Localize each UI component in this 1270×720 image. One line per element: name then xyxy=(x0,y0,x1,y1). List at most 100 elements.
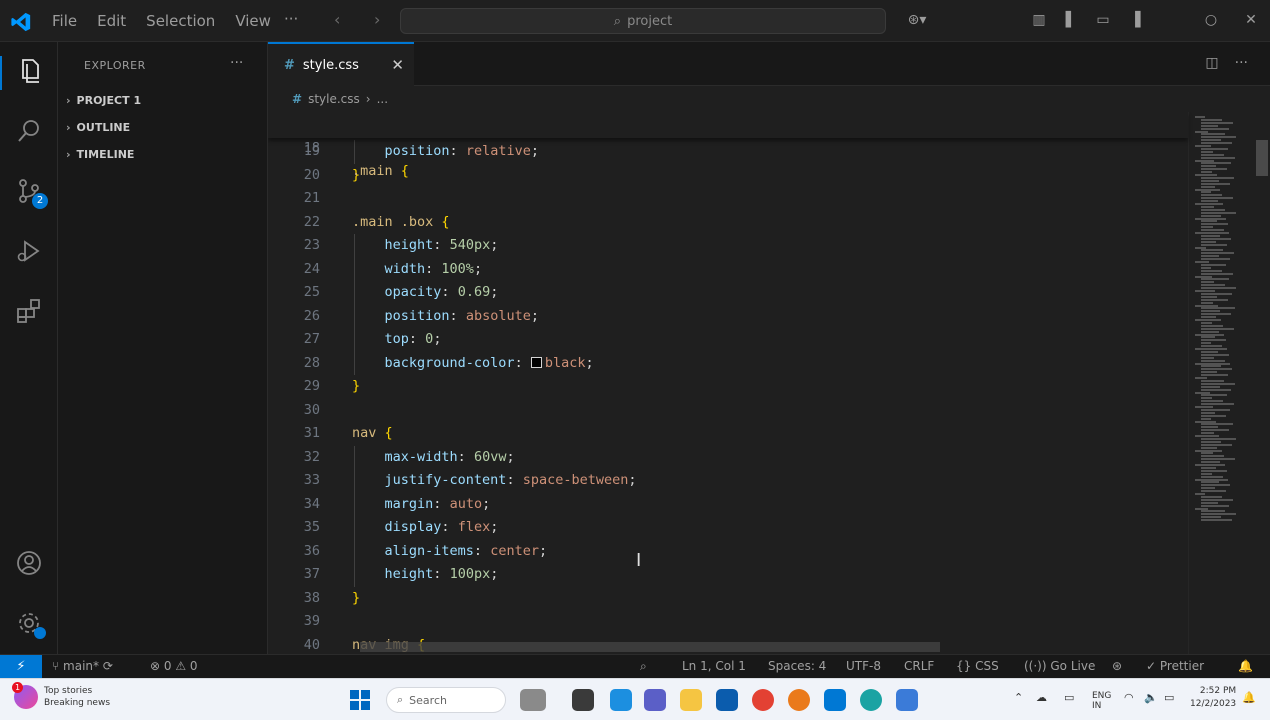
css-semicolon: ; xyxy=(473,260,483,277)
extensions-icon[interactable] xyxy=(14,296,44,326)
toggle-sidebar-icon[interactable]: ▌ xyxy=(1062,11,1080,29)
line-number: 37 xyxy=(303,566,320,582)
scrollbar-thumb[interactable] xyxy=(1256,140,1268,176)
menu-more-button[interactable]: ··· xyxy=(284,10,298,28)
go-live-button[interactable]: ((·)) Go Live xyxy=(1024,659,1095,673)
cursor-position[interactable]: Ln 1, Col 1 xyxy=(682,659,746,673)
menu-selection[interactable]: Selection xyxy=(146,12,215,30)
volume-icon[interactable]: 🔈 xyxy=(1144,691,1158,704)
tray-app-icon[interactable]: ▭ xyxy=(1064,691,1074,704)
wifi-icon[interactable]: ◠ xyxy=(1124,691,1134,704)
toggle-panel-icon[interactable]: ▭ xyxy=(1094,11,1112,29)
news-widget[interactable]: 1 Top stories Breaking news xyxy=(12,682,110,709)
breadcrumb-symbol[interactable]: ... xyxy=(377,92,388,106)
problems-status[interactable]: ⊗ 0 ⚠ 0 xyxy=(150,659,198,673)
minimap-line xyxy=(1201,443,1232,446)
remote-indicator-icon[interactable]: ⚡ xyxy=(0,655,42,679)
menu-file[interactable]: File xyxy=(52,12,77,30)
command-center[interactable]: ⌕ project xyxy=(400,8,886,34)
minimap-line xyxy=(1201,359,1225,362)
css-semicolon: ; xyxy=(490,237,499,253)
minimap-line xyxy=(1201,374,1228,377)
back-arrow-icon[interactable]: ‹ xyxy=(334,10,340,29)
minimap-line xyxy=(1201,301,1213,304)
taskbar-search-label: Search xyxy=(409,693,447,707)
minimap-line xyxy=(1201,336,1215,339)
tray-chevron-up-icon[interactable]: ⌃ xyxy=(1014,691,1023,704)
css-semicolon: ; xyxy=(506,448,515,465)
forward-arrow-icon[interactable]: › xyxy=(374,10,380,29)
language-mode[interactable]: {} CSS xyxy=(956,659,999,673)
minimap-line xyxy=(1201,185,1215,188)
branch-status[interactable]: ⑂ main* ⟳ xyxy=(52,659,113,673)
close-icon[interactable]: ✕ xyxy=(391,56,404,74)
code-editor[interactable]: 18 .main { 19 position: relative; 20} 21 22… xyxy=(268,112,1270,654)
account-icon[interactable] xyxy=(14,548,44,578)
menu-view[interactable]: View xyxy=(235,12,271,30)
copilot-status-icon[interactable]: ⊛ xyxy=(1112,659,1122,673)
vscode-taskbar-icon[interactable] xyxy=(824,689,846,711)
tray-cloud-icon[interactable]: ☁ xyxy=(1036,691,1047,704)
code-line: 33 justify-content: space-between; xyxy=(268,469,1188,492)
section-timeline[interactable]: › TIMELINE xyxy=(66,143,134,165)
start-button-icon[interactable] xyxy=(350,690,370,710)
indentation-status[interactable]: Spaces: 4 xyxy=(768,659,826,673)
edge-app-icon[interactable] xyxy=(610,689,632,711)
section-outline[interactable]: › OUTLINE xyxy=(66,116,130,138)
menu-edit[interactable]: Edit xyxy=(97,12,126,30)
run-debug-icon[interactable] xyxy=(14,236,44,266)
horizontal-scrollbar[interactable] xyxy=(360,642,940,652)
minimap-line xyxy=(1195,275,1212,278)
css-colon: : xyxy=(457,448,474,465)
file-manager-icon[interactable] xyxy=(572,689,594,711)
close-window-icon[interactable]: ✕ xyxy=(1242,11,1260,29)
tab-style-css[interactable]: # style.css ✕ xyxy=(268,42,414,86)
keyboard-language[interactable]: ENG IN xyxy=(1092,691,1111,711)
sidebar-more-button[interactable]: ··· xyxy=(230,55,243,71)
copilot-icon[interactable]: ⊛▾ xyxy=(902,11,932,29)
more-actions-icon[interactable]: ··· xyxy=(1235,55,1248,71)
notification-center-icon[interactable]: 🔔 xyxy=(1242,691,1256,704)
taskbar-search[interactable]: ⌕ Search xyxy=(386,687,506,713)
sidebar-title: EXPLORER xyxy=(84,59,146,72)
chrome-app-icon[interactable] xyxy=(752,689,774,711)
taskbar-clock[interactable]: 2:52 PM 12/2/2023 xyxy=(1190,685,1236,711)
notifications-bell-icon[interactable]: 🔔 xyxy=(1238,659,1253,673)
branch-name: main* xyxy=(63,659,100,673)
encoding-status[interactable]: UTF-8 xyxy=(846,659,881,673)
source-control-icon[interactable]: 2 xyxy=(14,176,48,209)
css-selector: .main xyxy=(352,163,393,179)
editor-tabs: # style.css ✕ ◫ ··· xyxy=(268,42,1270,86)
line-number: 18 xyxy=(303,140,320,156)
minimap-line xyxy=(1201,208,1225,211)
minimize-icon[interactable]: ○ xyxy=(1202,11,1220,29)
explorer-icon[interactable] xyxy=(14,56,44,86)
code-text: background-color: black; xyxy=(352,352,594,375)
chevron-right-icon: › xyxy=(66,147,71,161)
eol-status[interactable]: CRLF xyxy=(904,659,934,673)
manage-gear-icon[interactable] xyxy=(14,608,46,639)
teams-app-icon[interactable] xyxy=(644,689,666,711)
battery-icon[interactable]: ▭ xyxy=(1164,691,1174,704)
zoom-icon[interactable]: ⌕ xyxy=(640,659,647,674)
toggle-secondary-sidebar-icon[interactable]: ▐ xyxy=(1126,11,1144,29)
firefox-app-icon[interactable] xyxy=(788,689,810,711)
file-explorer-icon[interactable] xyxy=(680,689,702,711)
task-view-icon[interactable] xyxy=(520,689,546,711)
vertical-scrollbar[interactable] xyxy=(1254,112,1270,654)
minimap[interactable] xyxy=(1188,112,1254,654)
section-project[interactable]: › PROJECT 1 xyxy=(66,89,141,111)
search-icon[interactable] xyxy=(14,116,44,146)
sticky-scroll-header[interactable]: 18 .main { xyxy=(268,112,1188,179)
minimap-line xyxy=(1195,435,1219,437)
mail-app-icon[interactable] xyxy=(716,689,738,711)
terminal-app-icon[interactable] xyxy=(896,689,918,711)
breadcrumb-file[interactable]: style.css xyxy=(308,92,360,106)
browser-app-icon[interactable] xyxy=(860,689,882,711)
minimap-line xyxy=(1201,519,1232,522)
prettier-status[interactable]: ✓ Prettier xyxy=(1146,659,1204,673)
split-editor-icon[interactable]: ◫ xyxy=(1205,55,1218,71)
layout-customize-icon[interactable]: ▥ xyxy=(1030,11,1048,29)
line-number: 31 xyxy=(303,425,320,441)
color-swatch-icon xyxy=(530,356,542,368)
